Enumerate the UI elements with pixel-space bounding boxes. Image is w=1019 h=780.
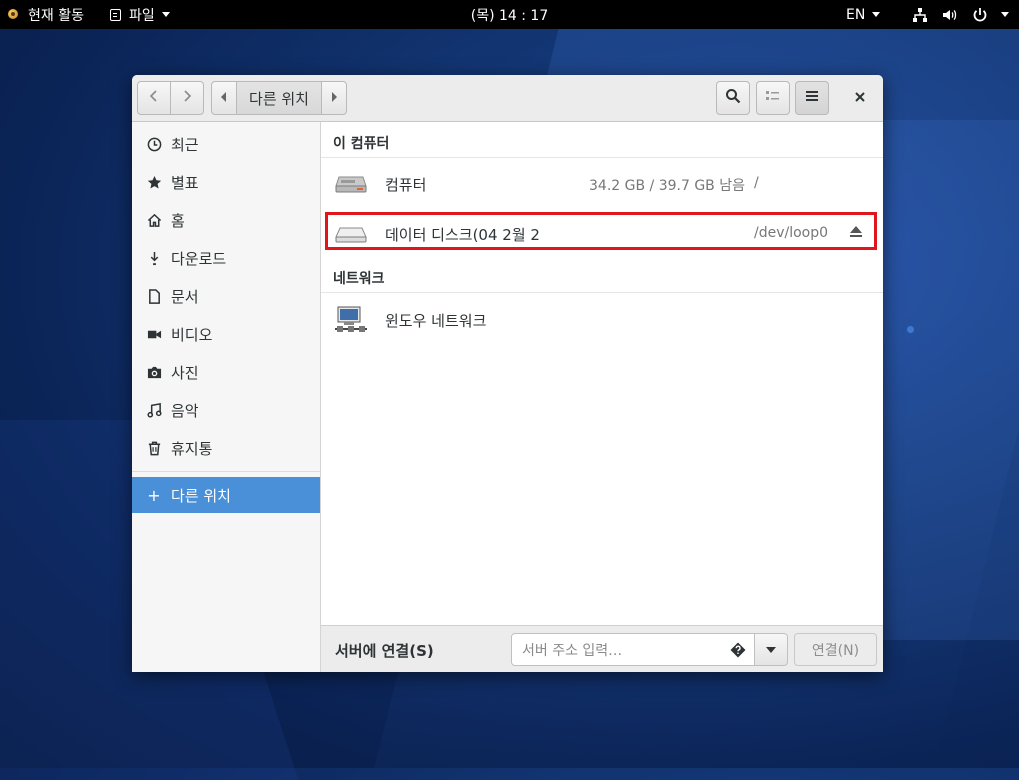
header-bar: 다른 위치 (132, 75, 883, 122)
hard-drive-icon (335, 169, 367, 197)
sidebar-item-label: 최근 (171, 135, 199, 154)
activities-icon (6, 8, 20, 22)
sidebar: 최근 별표 홈 다운로드 문서 비디오 사진 음악 휴지통 + 다른 위치 (132, 122, 321, 672)
server-history-dropdown-button[interactable] (754, 633, 788, 666)
chevron-down-icon (161, 12, 170, 17)
connect-to-server-bar: 서버에 연결(S) 연결(N) (321, 625, 883, 672)
system-menu-button[interactable] (912, 0, 1009, 29)
triangle-right-icon (331, 91, 337, 105)
network-icon (912, 7, 928, 23)
network-workgroup-icon (335, 305, 367, 333)
section-title-this-computer: 이 컴퓨터 (333, 136, 390, 152)
file-manager-window: 다른 위치 최근 별표 홈 다운로드 문서 비디오 사진 음악 휴지통 + 다른… (132, 75, 883, 672)
section-title-network: 네트워크 (333, 271, 385, 287)
home-icon (146, 212, 162, 228)
activities-button[interactable]: 현재 활동 (6, 0, 84, 29)
list-item-name: 컴퓨터 (385, 176, 427, 194)
forward-button[interactable] (170, 81, 204, 115)
clock-button[interactable]: (목) 14 : 17 (471, 5, 549, 25)
sidebar-item-documents[interactable]: 문서 (132, 278, 320, 314)
sidebar-item-recent[interactable]: 최근 (132, 126, 320, 162)
chevron-left-icon (149, 89, 159, 107)
chevron-right-icon (182, 89, 192, 107)
free-space-label: 34.2 GB / 39.7 GB 남음 (589, 178, 745, 194)
app-menu-button[interactable]: 파일 (110, 0, 170, 29)
language-button[interactable]: EN (846, 0, 881, 29)
clock-icon (146, 136, 162, 152)
hamburger-icon (805, 90, 819, 106)
video-icon (146, 326, 162, 342)
list-item-windows-network[interactable]: 윈도우 네트워크 (321, 297, 883, 341)
search-button[interactable] (716, 81, 750, 115)
sidebar-item-label: 사진 (171, 363, 199, 382)
search-icon (725, 88, 741, 108)
sidebar-item-label: 휴지통 (171, 439, 213, 458)
sidebar-item-home[interactable]: 홈 (132, 202, 320, 238)
sidebar-item-pictures[interactable]: 사진 (132, 354, 320, 390)
list-item-name: 윈도우 네트워크 (385, 312, 487, 330)
trash-icon (146, 440, 162, 456)
eject-button[interactable] (848, 223, 864, 239)
activities-label: 현재 활동 (28, 7, 84, 24)
server-address-input[interactable] (520, 640, 724, 662)
camera-icon (146, 364, 162, 380)
sidebar-item-music[interactable]: 음악 (132, 392, 320, 428)
files-app-icon (110, 8, 121, 21)
sidebar-item-label: 다른 위치 (171, 486, 231, 505)
chevron-down-icon (872, 12, 881, 17)
section-divider (321, 157, 883, 158)
star-icon (146, 174, 162, 190)
drive-icon (335, 219, 367, 247)
sidebar-item-label: 비디오 (171, 325, 213, 344)
sidebar-item-label: 문서 (171, 287, 199, 306)
list-item-computer[interactable]: 컴퓨터 34.2 GB / 39.7 GB 남음 / (321, 161, 883, 205)
app-menu-label: 파일 (129, 7, 155, 24)
sidebar-item-starred[interactable]: 별표 (132, 164, 320, 200)
wallpaper-dot (907, 326, 914, 333)
close-window-button[interactable] (845, 81, 875, 115)
list-view-icon (765, 89, 781, 107)
connect-to-server-label: 서버에 연결(S) (335, 642, 434, 660)
sidebar-item-label: 홈 (171, 211, 185, 230)
mount-point-label: / (754, 175, 759, 191)
close-icon (855, 90, 865, 106)
eject-icon (850, 225, 862, 237)
path-scroll-left-button[interactable] (211, 81, 237, 115)
list-item-name: 데이터 디스크(04 2월 2 (385, 226, 540, 244)
triangle-left-icon (221, 91, 227, 105)
view-toggle-button[interactable] (756, 81, 790, 115)
sidebar-item-label: 다운로드 (171, 249, 227, 268)
server-address-field[interactable] (511, 633, 755, 666)
list-item-data-disk[interactable]: 데이터 디스크(04 2월 2 /dev/loop0 (321, 211, 883, 255)
sidebar-item-trash[interactable]: 휴지통 (132, 430, 320, 466)
chevron-down-icon (766, 646, 776, 653)
top-bar: 현재 활동 파일 (목) 14 : 17 EN (0, 0, 1019, 29)
path-bar-current-button[interactable]: 다른 위치 (236, 81, 322, 115)
sidebar-item-downloads[interactable]: 다운로드 (132, 240, 320, 276)
language-label: EN (846, 6, 866, 23)
download-icon (146, 250, 162, 266)
power-icon (972, 7, 988, 23)
chevron-down-icon (1001, 12, 1009, 17)
plus-icon: + (147, 485, 161, 505)
music-icon (146, 402, 162, 418)
connect-button[interactable]: 연결(N) (794, 633, 877, 666)
sidebar-item-other-locations[interactable]: + 다른 위치 (132, 477, 320, 513)
volume-icon (942, 7, 958, 23)
sidebar-divider (132, 471, 320, 472)
sidebar-item-videos[interactable]: 비디오 (132, 316, 320, 352)
back-button[interactable] (137, 81, 171, 115)
section-divider (321, 292, 883, 293)
path-bar-label: 다른 위치 (249, 89, 309, 108)
document-icon (146, 288, 162, 304)
sidebar-item-label: 음악 (171, 401, 199, 420)
device-path-label: /dev/loop0 (754, 225, 829, 241)
path-scroll-right-button[interactable] (321, 81, 347, 115)
hamburger-menu-button[interactable] (795, 81, 829, 115)
places-view: 이 컴퓨터 컴퓨터 34.2 GB / 39.7 GB 남음 / 데이터 디스크… (321, 122, 883, 625)
help-icon[interactable] (730, 642, 746, 658)
sidebar-item-label: 별표 (171, 173, 199, 192)
